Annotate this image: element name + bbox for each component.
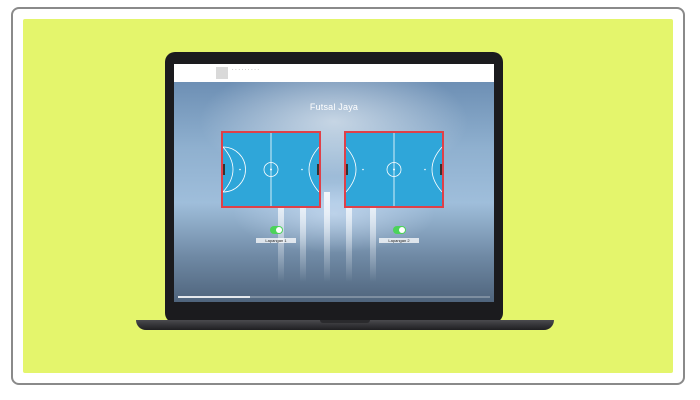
- video-progress-fill: [178, 296, 250, 298]
- toggle-switch[interactable]: [393, 226, 406, 234]
- toggle-switch[interactable]: [270, 226, 283, 234]
- court-card-2[interactable]: [344, 131, 444, 208]
- toggle-knob: [276, 227, 282, 233]
- browser-tab[interactable]: [216, 67, 228, 79]
- page-title: Futsal Jaya: [309, 102, 359, 112]
- futsal-court-diagram: [223, 133, 319, 206]
- laptop-notch: [320, 320, 370, 323]
- toggle-label: Lapangan 1: [256, 238, 296, 243]
- browser-address-text[interactable]: · · · · · · · · ·: [232, 67, 259, 73]
- stadium-background: Futsal Jaya Lapangan 1 Lapangan 2: [174, 82, 494, 302]
- futsal-court-diagram: [346, 133, 442, 206]
- stadium-light-beam: [324, 192, 330, 282]
- toggle-knob: [399, 227, 405, 233]
- laptop-base: [136, 320, 554, 330]
- video-progress-bar[interactable]: [178, 296, 490, 298]
- laptop: · · · · · · · · · Futsal Jaya Lapangan 1…: [165, 52, 503, 323]
- laptop-screen: · · · · · · · · · Futsal Jaya Lapangan 1…: [174, 64, 494, 302]
- toggle-label: Lapangan 2: [379, 238, 419, 243]
- court-card-1[interactable]: [221, 131, 321, 208]
- browser-toolbar: · · · · · · · · ·: [174, 64, 494, 83]
